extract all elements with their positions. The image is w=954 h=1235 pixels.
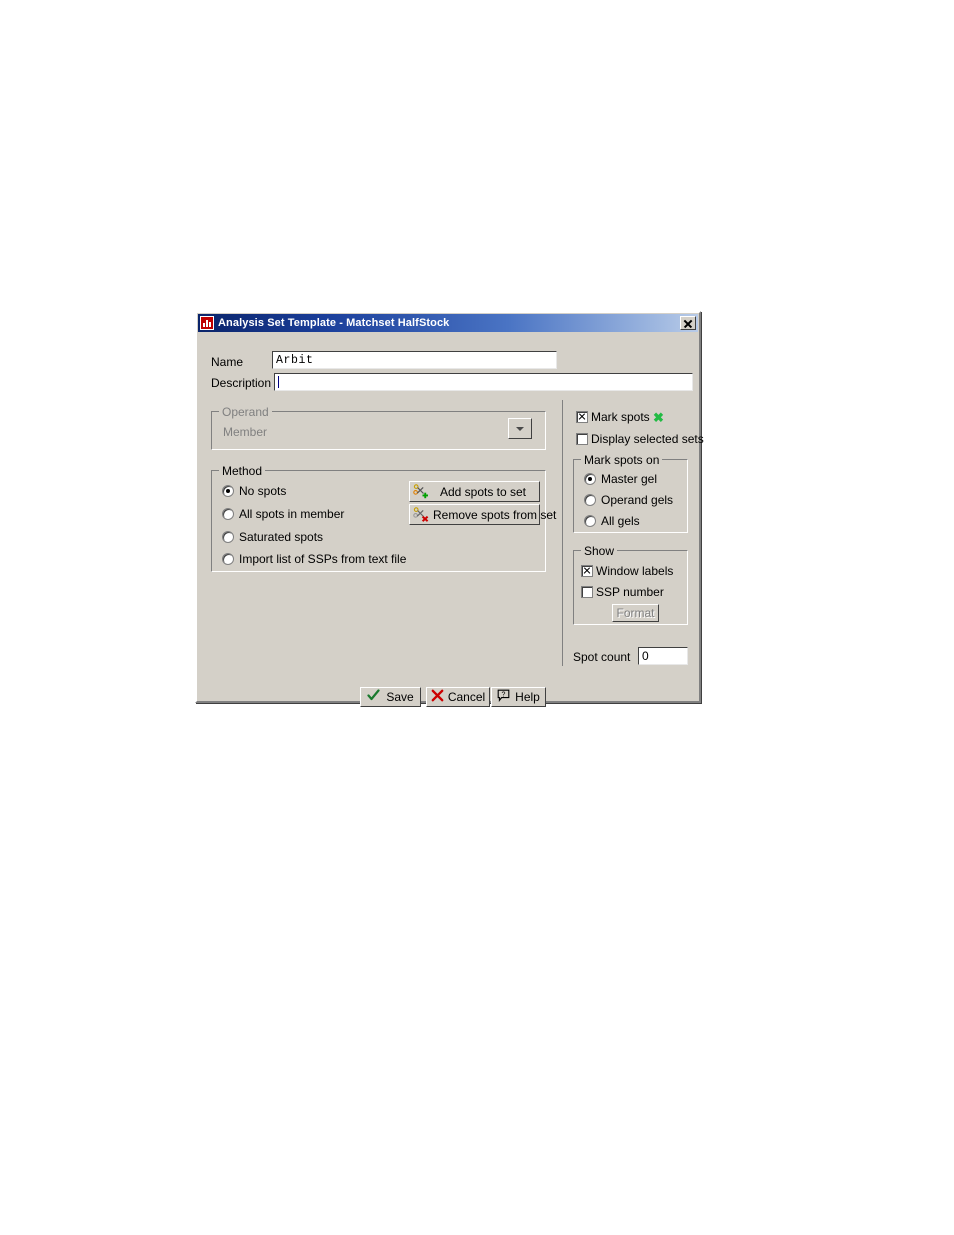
radio-indicator: [222, 485, 234, 497]
window-title: Analysis Set Template - Matchset HalfSto…: [218, 317, 450, 329]
radio-saturated-spots[interactable]: Saturated spots: [222, 530, 323, 544]
radio-indicator: [222, 531, 234, 543]
radio-master-gel[interactable]: Master gel: [584, 472, 657, 486]
remove-spots-from-set-label: Remove spots from set: [433, 507, 557, 522]
save-button-label: Save: [386, 690, 414, 704]
save-button[interactable]: Save: [360, 687, 421, 707]
bar-chart-icon: [200, 316, 214, 330]
radio-label: Operand gels: [601, 493, 674, 507]
display-selected-sets-label: Display selected sets: [591, 432, 704, 446]
name-input-value: Arbit: [276, 353, 314, 367]
title-bar[interactable]: Analysis Set Template - Matchset HalfSto…: [198, 314, 698, 332]
radio-indicator: [584, 515, 596, 527]
ssp-number-checkbox[interactable]: SSP number: [581, 585, 664, 599]
operand-dropdown-button[interactable]: [508, 418, 532, 439]
operand-value: Member: [223, 425, 268, 439]
chevron-down-icon: [516, 426, 524, 431]
radio-label: Saturated spots: [239, 530, 324, 544]
spot-count-value: 0: [642, 649, 649, 663]
mark-spots-on-title: Mark spots on: [581, 453, 663, 467]
page-canvas: Analysis Set Template - Matchset HalfSto…: [0, 0, 954, 1235]
panel-divider: [562, 400, 563, 666]
checkbox-indicator: [581, 565, 593, 577]
radio-label: Import list of SSPs from text file: [239, 552, 407, 566]
radio-all-gels[interactable]: All gels: [584, 514, 640, 528]
radio-indicator: [584, 473, 596, 485]
question-mark-icon: ?: [497, 689, 510, 705]
dialog-body: Name Arbit Description Operand Member Me…: [198, 332, 704, 707]
name-label: Name: [211, 355, 244, 369]
help-button[interactable]: ? Help: [491, 687, 546, 707]
name-input[interactable]: Arbit: [272, 351, 557, 369]
radio-import-list-of-ssps[interactable]: Import list of SSPs from text file: [222, 552, 406, 566]
radio-label: No spots: [239, 484, 287, 498]
radio-indicator: [222, 553, 234, 565]
radio-operand-gels[interactable]: Operand gels: [584, 493, 673, 507]
ssp-number-label: SSP number: [596, 585, 664, 599]
analysis-set-template-dialog: Analysis Set Template - Matchset HalfSto…: [195, 311, 704, 707]
scissors-minus-icon: [413, 506, 429, 523]
format-button[interactable]: Format: [612, 604, 659, 622]
check-mark-icon: [367, 689, 380, 705]
radio-indicator: [222, 508, 234, 520]
operand-group-title: Operand: [219, 405, 272, 419]
checkbox-indicator: [576, 433, 588, 445]
text-caret: [278, 376, 279, 388]
close-icon[interactable]: [680, 316, 696, 330]
checkbox-indicator: [576, 411, 588, 423]
radio-all-spots-in-member[interactable]: All spots in member: [222, 507, 344, 521]
remove-spots-from-set-button[interactable]: Remove spots from set: [409, 504, 556, 525]
radio-no-spots[interactable]: No spots: [222, 484, 286, 498]
window-labels-checkbox[interactable]: Window labels: [581, 564, 673, 578]
mark-spots-checkbox[interactable]: Mark spots: [576, 410, 650, 424]
svg-text:?: ?: [502, 691, 506, 698]
mark-spots-marker-icon: ✖: [653, 410, 664, 425]
help-button-label: Help: [515, 690, 540, 704]
cancel-button[interactable]: Cancel: [426, 687, 490, 707]
scissors-plus-icon: [413, 483, 429, 500]
checkbox-indicator: [581, 586, 593, 598]
method-group-title: Method: [219, 464, 266, 478]
radio-indicator: [584, 494, 596, 506]
mark-spots-label: Mark spots: [591, 410, 650, 424]
radio-label: All spots in member: [239, 507, 345, 521]
cancel-button-label: Cancel: [447, 690, 486, 704]
spot-count-field: 0: [638, 647, 688, 665]
spot-count-label: Spot count: [573, 650, 631, 664]
format-button-label: Format: [616, 606, 655, 620]
description-label: Description: [211, 376, 272, 390]
description-input[interactable]: [274, 373, 693, 391]
add-spots-to-set-label: Add spots to set: [439, 484, 527, 499]
x-mark-icon: [431, 689, 444, 705]
add-spots-to-set-button[interactable]: Add spots to set: [409, 481, 540, 502]
radio-label: Master gel: [601, 472, 658, 486]
display-selected-sets-checkbox[interactable]: Display selected sets: [576, 432, 704, 446]
show-group-title: Show: [581, 544, 618, 558]
window-labels-label: Window labels: [596, 564, 674, 578]
radio-label: All gels: [601, 514, 640, 528]
